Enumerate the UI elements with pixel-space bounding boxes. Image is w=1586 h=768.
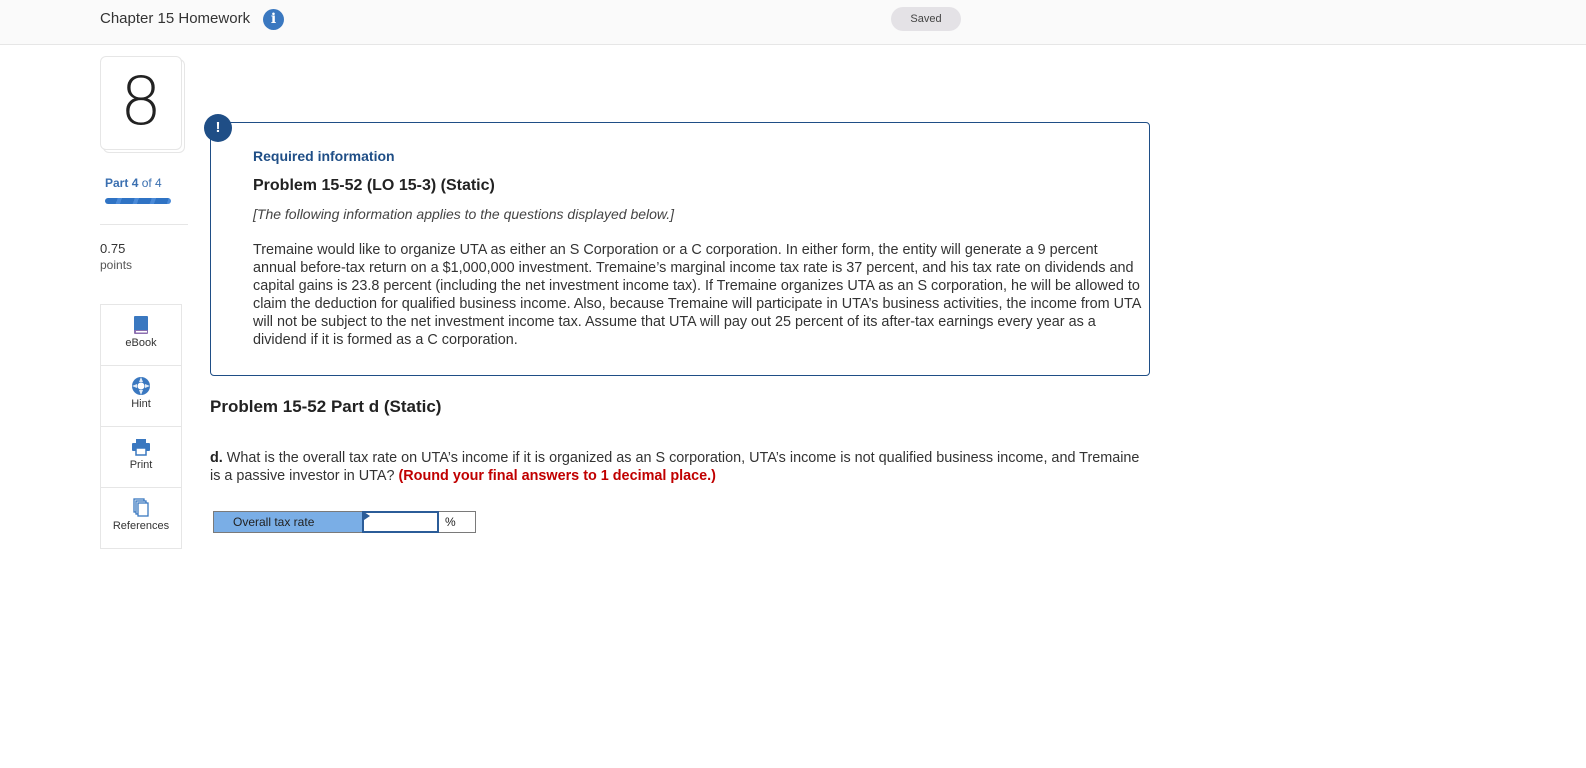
- problem-body-text: Tremaine would like to organize UTA as e…: [253, 242, 1141, 348]
- applies-note: [The following information applies to th…: [253, 206, 675, 222]
- assignment-title: Chapter 15 Homework: [100, 10, 251, 27]
- overall-tax-rate-input[interactable]: [362, 511, 439, 533]
- question-prefix: d.: [210, 450, 223, 466]
- print-label: Print: [129, 459, 153, 471]
- info-icon[interactable]: i: [263, 9, 284, 30]
- print-button[interactable]: Print: [101, 427, 181, 488]
- answer-row: Overall tax rate %: [213, 511, 476, 533]
- question-number-card: 8: [100, 56, 182, 150]
- hint-label: Hint: [131, 398, 151, 410]
- overall-tax-rate-label: Overall tax rate: [213, 511, 363, 533]
- sidebar-divider: [100, 224, 188, 225]
- printer-icon: [132, 439, 150, 456]
- ebook-label: eBook: [125, 337, 157, 349]
- question-text: d. What is the overall tax rate on UTA’s…: [210, 449, 1140, 485]
- answer-input-wrapper: [362, 511, 439, 533]
- part-prefix: Part: [105, 176, 129, 190]
- part-current: 4: [131, 176, 139, 190]
- part-indicator: Part 4 of 4: [105, 176, 162, 190]
- hint-button[interactable]: Hint: [101, 366, 181, 427]
- book-icon: [134, 316, 148, 334]
- points-label: points: [100, 258, 133, 272]
- top-bar: Chapter 15 Homework i Saved: [0, 0, 1586, 45]
- points-value: 0.75: [100, 241, 126, 256]
- alert-icon: !: [204, 114, 232, 142]
- question-number: 8: [120, 63, 162, 140]
- rounding-note: (Round your final answers to 1 decimal p…: [398, 468, 716, 484]
- problem-title: Problem 15-52 (LO 15-3) (Static): [253, 177, 495, 194]
- saved-status-badge: Saved: [891, 7, 961, 31]
- percent-unit: %: [439, 511, 476, 533]
- lifebuoy-icon: [132, 377, 150, 395]
- references-label: References: [112, 520, 170, 532]
- part-progress-bar: [105, 198, 171, 204]
- part-suffix: of 4: [141, 176, 162, 190]
- copy-documents-icon: [133, 498, 149, 517]
- part-title: Problem 15-52 Part d (Static): [210, 397, 442, 416]
- required-information-label: Required information: [253, 148, 395, 164]
- ebook-button[interactable]: eBook: [101, 305, 181, 366]
- references-button[interactable]: References: [101, 488, 181, 548]
- tools-panel: eBook Hint Print References: [100, 304, 182, 549]
